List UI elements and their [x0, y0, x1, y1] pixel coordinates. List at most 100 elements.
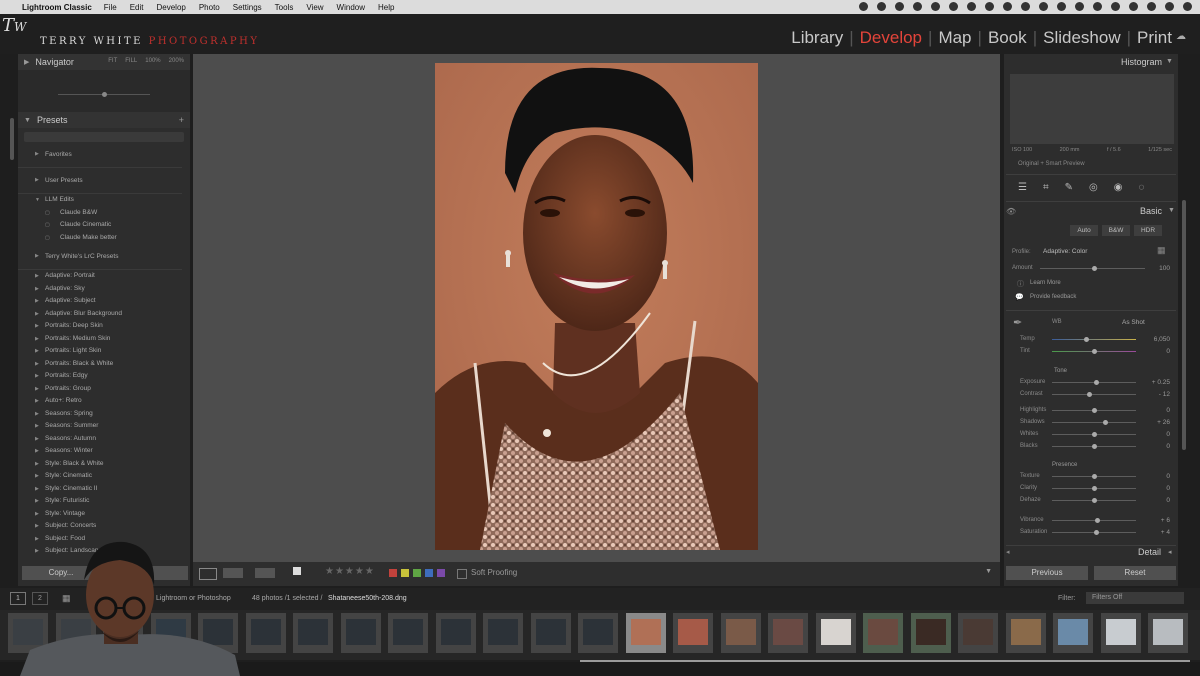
reset-button[interactable]: Reset [1094, 566, 1176, 580]
module-book[interactable]: Book [988, 28, 1027, 48]
zoom-100[interactable]: 100% [145, 58, 160, 64]
bw-button[interactable]: B&W [1102, 225, 1130, 236]
zoom-fit[interactable]: FIT [108, 58, 117, 64]
status-icon[interactable] [985, 2, 994, 11]
filmstrip-thumbnail[interactable] [673, 613, 713, 653]
color-label-swatch[interactable] [389, 569, 397, 577]
adjustment-slider[interactable] [1052, 337, 1136, 342]
status-icon[interactable] [913, 2, 922, 11]
crop-icon[interactable]: ⌗ [1043, 182, 1049, 193]
amount-value[interactable]: 100 [1140, 265, 1170, 272]
preset-item[interactable]: ▶ Auto+: Retro [18, 395, 190, 408]
preset-item[interactable]: ▶ Adaptive: Subject [18, 295, 190, 308]
status-icon[interactable] [949, 2, 958, 11]
module-print[interactable]: Print [1137, 28, 1172, 48]
menu-photo[interactable]: Photo [199, 3, 220, 12]
preset-item[interactable]: ▶ Portraits: Edgy [18, 370, 190, 383]
preset-item[interactable]: ▶ Seasons: Summer [18, 420, 190, 433]
menu-edit[interactable]: Edit [130, 3, 144, 12]
adjustment-slider[interactable] [1052, 474, 1136, 479]
toolbar-menu-icon[interactable]: ▼ [985, 568, 992, 575]
module-map[interactable]: Map [938, 28, 971, 48]
eyedropper-icon[interactable]: ✒ [1013, 316, 1022, 329]
menu-view[interactable]: View [306, 3, 323, 12]
zoom-200[interactable]: 200% [169, 58, 184, 64]
visibility-eye-icon[interactable]: 👁 [1006, 207, 1016, 216]
preset-item[interactable]: ▶ Seasons: Winter [18, 445, 190, 458]
expand-triangle-icon[interactable]: ◂ [1168, 548, 1172, 556]
control-center-icon[interactable] [1183, 2, 1192, 11]
slider-knob[interactable] [1092, 432, 1097, 437]
left-panel-scrollbar[interactable] [10, 118, 14, 160]
adjustment-slider[interactable] [1052, 432, 1136, 437]
adjustment-slider[interactable] [1052, 420, 1136, 425]
filmstrip-thumbnail[interactable] [863, 613, 903, 653]
color-label-swatch[interactable] [437, 569, 445, 577]
status-icon[interactable] [1057, 2, 1066, 11]
preset-item[interactable]: ▢ Claude Make better [18, 232, 190, 245]
preset-search-input[interactable] [24, 132, 184, 142]
color-label-swatch[interactable] [413, 569, 421, 577]
filmstrip-thumbnail[interactable] [1053, 613, 1093, 653]
right-panel-scrollbar[interactable] [1182, 200, 1186, 450]
slider-knob[interactable] [1092, 498, 1097, 503]
flag-icon[interactable] [293, 567, 301, 575]
search-icon[interactable] [1165, 2, 1174, 11]
slider-value[interactable]: + 4 [1140, 529, 1170, 536]
preset-item[interactable]: ▶ Adaptive: Blur Background [18, 308, 190, 321]
slider-value[interactable]: 0 [1140, 485, 1170, 492]
slider-knob[interactable] [1095, 518, 1100, 523]
slider-value[interactable]: 0 [1140, 497, 1170, 504]
preset-item[interactable]: ▼ LLM Edits [18, 194, 190, 207]
soft-proofing-checkbox[interactable] [457, 569, 467, 579]
menu-develop[interactable]: Develop [156, 3, 185, 12]
slider-knob[interactable] [1092, 444, 1097, 449]
collapse-triangle-icon[interactable]: ▼ [1168, 207, 1175, 214]
adjustment-slider[interactable] [1052, 380, 1136, 385]
healing-icon[interactable]: ✎ [1065, 182, 1073, 193]
filmstrip-thumbnail[interactable] [768, 613, 808, 653]
slider-value[interactable]: - 12 [1140, 391, 1170, 398]
collapse-triangle-icon[interactable]: ▼ [1166, 58, 1173, 65]
status-icon[interactable] [1021, 2, 1030, 11]
filter-dropdown[interactable]: Filters Off [1086, 592, 1184, 604]
slider-knob[interactable] [1094, 530, 1099, 535]
detail-title[interactable]: Detail [1138, 547, 1161, 557]
slider-value[interactable]: 0 [1140, 348, 1170, 355]
adjustment-slider[interactable] [1052, 349, 1136, 354]
cloud-sync-icon[interactable]: ☁ [1176, 31, 1190, 42]
adjustment-slider[interactable] [1052, 486, 1136, 491]
slider-knob[interactable] [1092, 349, 1097, 354]
slider-knob[interactable] [1092, 486, 1097, 491]
module-library[interactable]: Library [791, 28, 843, 48]
app-name-menu[interactable]: Lightroom Classic [22, 3, 92, 12]
status-icon[interactable] [1111, 2, 1120, 11]
preset-item[interactable]: ▶ Seasons: Spring [18, 408, 190, 421]
wifi-icon[interactable] [1147, 2, 1156, 11]
filmstrip-thumbnail[interactable] [436, 613, 476, 653]
slider-value[interactable]: + 6 [1140, 517, 1170, 524]
preset-item[interactable]: ▶ Adaptive: Sky [18, 283, 190, 296]
preset-item[interactable]: ▶ Style: Futuristic [18, 495, 190, 508]
preset-item[interactable]: ▶ Terry White's LrC Presets [18, 244, 182, 270]
main-photo[interactable] [435, 63, 758, 550]
slider-knob[interactable] [1084, 337, 1089, 342]
filmstrip-thumbnail[interactable] [1148, 613, 1188, 653]
filmstrip-thumbnail[interactable] [293, 613, 333, 653]
adjustment-slider[interactable] [1052, 518, 1136, 523]
preset-item[interactable]: ▶ Style: Cinematic II [18, 483, 190, 496]
filmstrip-thumbnail[interactable] [721, 613, 761, 653]
adjustment-slider[interactable] [1052, 498, 1136, 503]
hdr-button[interactable]: HDR [1134, 225, 1162, 236]
histogram[interactable] [1010, 74, 1174, 144]
filmstrip-thumbnail[interactable] [1006, 613, 1046, 653]
feedback-link[interactable]: Provide feedback [1030, 294, 1076, 300]
status-icon[interactable] [877, 2, 886, 11]
filmstrip-thumbnail[interactable] [911, 613, 951, 653]
preset-item[interactable]: ▶ Portraits: Black & White [18, 358, 190, 371]
adjustment-slider[interactable] [1052, 444, 1136, 449]
filmstrip-thumbnail[interactable] [246, 613, 286, 653]
preset-item[interactable]: ▶ Style: Cinematic [18, 470, 190, 483]
slider-knob[interactable] [1092, 408, 1097, 413]
masking-icon[interactable]: ◉ [1114, 182, 1123, 193]
